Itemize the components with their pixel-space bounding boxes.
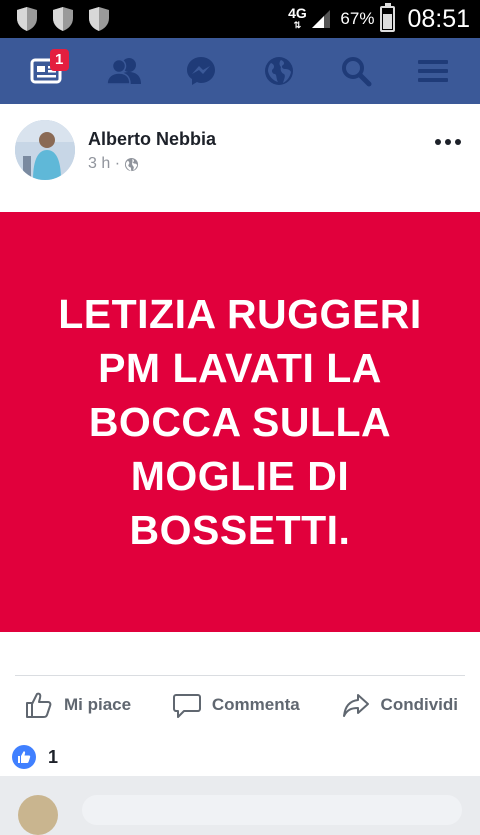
shield-icon	[89, 7, 109, 31]
notification-badge: 1	[49, 49, 69, 71]
divider	[15, 675, 465, 676]
post-text-line: MOGLIE DI	[130, 453, 350, 499]
globe-icon	[264, 57, 293, 85]
nav-friend-requests[interactable]	[100, 47, 148, 95]
like-count: 1	[48, 746, 59, 767]
nav-news-feed[interactable]: 1	[23, 47, 71, 95]
shield-icon	[17, 7, 37, 31]
post-time[interactable]: 3 h ·	[88, 155, 120, 173]
post-actions: Mi piace Commenta Condividi	[0, 684, 480, 726]
post-text-line: BOCCA SULLA	[88, 399, 392, 445]
post-background-text[interactable]: LETIZIA RUGGERI PM LAVATI LA BOCCA SULLA…	[0, 212, 480, 632]
messenger-icon	[187, 57, 216, 85]
battery-percent: 67%	[340, 9, 375, 28]
dot-icon	[455, 139, 461, 145]
share-button[interactable]: Condividi	[341, 690, 458, 720]
comment-icon	[172, 694, 201, 718]
post-text-line: BOSSETTI.	[129, 507, 351, 553]
nav-messenger[interactable]	[177, 47, 225, 95]
author-name[interactable]: Alberto Nebbia	[88, 129, 216, 150]
battery-icon	[380, 3, 396, 32]
thumbs-up-icon	[26, 692, 52, 718]
like-button[interactable]: Mi piace	[24, 690, 131, 720]
status-bar: 4G ⇅ 67% 08:51	[0, 0, 480, 38]
comment-button[interactable]: Commenta	[172, 690, 300, 720]
post-text-line: LETIZIA RUGGERI	[58, 291, 422, 337]
battery-level	[383, 14, 393, 29]
post-card: Alberto Nebbia 3 h · LETIZIA RUGGERI PM …	[0, 104, 480, 776]
next-avatar[interactable]	[18, 795, 58, 835]
author-photo	[15, 120, 75, 180]
comment-label: Commenta	[211, 695, 300, 714]
dot-icon	[445, 139, 451, 145]
top-navigation: 1	[0, 38, 480, 104]
clock: 08:51	[407, 4, 470, 33]
nav-search[interactable]	[332, 47, 380, 95]
dot-icon	[435, 139, 441, 145]
friends-icon	[106, 58, 141, 85]
hamburger-menu-icon	[418, 60, 449, 82]
post-meta: 3 h ·	[88, 155, 139, 173]
nav-menu[interactable]	[409, 47, 457, 95]
share-icon	[342, 694, 369, 717]
search-icon	[341, 57, 372, 87]
post-text: LETIZIA RUGGERI PM LAVATI LA BOCCA SULLA…	[58, 287, 422, 557]
reactions-summary[interactable]: 1	[12, 745, 58, 769]
post-text-line: PM LAVATI LA	[98, 345, 382, 391]
shield-icon	[53, 7, 73, 31]
post-options-button[interactable]	[434, 132, 462, 152]
signal-icon	[312, 10, 331, 28]
thumbs-up-icon	[18, 751, 31, 763]
share-label: Condividi	[380, 695, 458, 714]
author-avatar[interactable]	[15, 120, 75, 180]
like-reaction-icon	[12, 745, 36, 769]
network-indicator: 4G ⇅	[286, 6, 308, 31]
nav-notifications[interactable]	[255, 47, 303, 95]
like-label: Mi piace	[64, 695, 132, 714]
globe-icon	[124, 157, 139, 171]
